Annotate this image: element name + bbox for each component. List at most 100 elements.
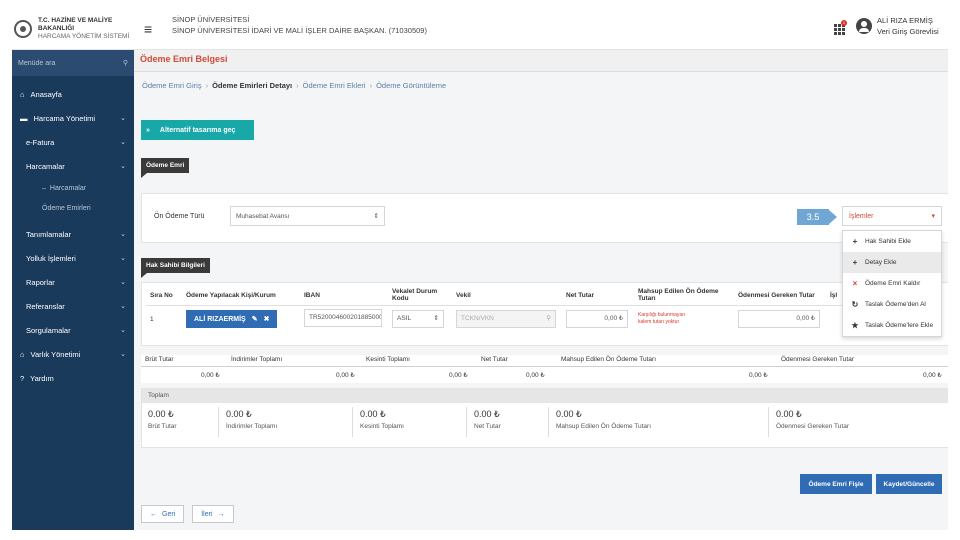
odeme-emri-panel: Ön Ödeme Türü Muhasebat Avansı ⇕ 3.5 İşle… [141, 193, 948, 337]
menu-item-odeme-emri-kaldir[interactable]: × Ödeme Emri Kaldır [843, 273, 941, 294]
chevron-down-icon: ⌄ [120, 255, 126, 262]
chevron-down-icon: ⌄ [120, 303, 126, 310]
on-odeme-select[interactable]: Muhasebat Avansı ⇕ [230, 206, 385, 226]
select-arrows-icon: ⇕ [433, 315, 439, 322]
menu-item-detay-ekle[interactable]: + Detay Ekle [843, 252, 941, 273]
vekalet-select[interactable]: ASIL ⇕ [392, 310, 444, 328]
user-avatar-icon[interactable] [856, 18, 872, 34]
sidebar-item-referanslar[interactable]: Referanslar ⌄ [12, 294, 134, 318]
table-header-row: Sıra No Ödeme Yapılacak Kişi/Kurum IBAN … [146, 285, 846, 306]
dash-icon: – [42, 184, 46, 192]
hamburger-menu-icon[interactable]: ≡ [144, 21, 152, 37]
divider [466, 407, 467, 437]
select-arrows-icon: ⇕ [373, 213, 379, 220]
ministry-seal-icon [14, 20, 32, 38]
summary-value-kesinti: 0,00 ₺ [449, 372, 468, 379]
home-icon: ⌂ [20, 89, 25, 99]
on-odeme-label: Ön Ödeme Türü [154, 213, 205, 220]
chevron-down-icon: ⌄ [120, 279, 126, 286]
sidebar-item-yolluk[interactable]: Yolluk İşlemleri ⌄ [12, 246, 134, 270]
chevron-down-icon: ⌄ [120, 327, 126, 334]
total-net: 0.00 ₺ Net Tutar [474, 409, 501, 430]
top-header: T.C. HAZİNE VE MALİYE BAKANLIĞI HARCAMA … [12, 8, 948, 50]
breadcrumb-item[interactable]: Ödeme Görüntüleme [376, 81, 446, 90]
beneficiary-button[interactable]: ALİ RIZAERMİŞ ✎ ✖ [186, 310, 278, 328]
beneficiary-table: Sıra No Ödeme Yapılacak Kişi/Kurum IBAN … [146, 285, 846, 332]
double-chevron-icon: » [146, 126, 150, 134]
alternative-design-button[interactable]: » Alternatif tasarıma geç [141, 120, 254, 140]
sidebar-item-raporlar[interactable]: Raporlar ⌄ [12, 270, 134, 294]
col-mahsup: Mahsup Edilen Ön Ödeme Tutarı [634, 285, 734, 306]
divider [218, 407, 219, 437]
sidebar-item-e-fatura[interactable]: e-Fatura ⌄ [12, 130, 134, 154]
summary-header-odenmesi: Ödenmesi Gereken Tutar [781, 356, 854, 363]
divider [548, 407, 549, 437]
sidebar-item-sorgulamalar[interactable]: Sorgulamalar ⌄ [12, 318, 134, 342]
islemler-dropdown[interactable]: İşlemler ▾ [842, 206, 942, 226]
summary-header-brut: Brüt Tutar [145, 356, 174, 363]
edit-icon[interactable]: ✎ [252, 315, 258, 323]
next-button[interactable]: İleri → [192, 505, 234, 523]
star-icon: ★ [851, 321, 859, 330]
search-icon[interactable]: ⚲ [123, 59, 128, 67]
col-vekil: Vekil [452, 285, 562, 306]
notification-badge: 1 [841, 20, 847, 26]
sidebar-item-tanimlamalar[interactable]: Tanımlamalar ⌄ [12, 222, 134, 246]
summary-header-mahsup: Mahsup Edilen Ön Ödeme Tutarı [561, 356, 657, 363]
breadcrumb-item[interactable]: Ödeme Emri Giriş [142, 81, 202, 90]
total-kesinti: 0.00 ₺ Kesinti Toplamı [360, 409, 404, 430]
close-icon[interactable]: ✖ [264, 315, 270, 323]
col-odenmesi: Ödenmesi Gereken Tutar [734, 285, 826, 306]
kaydet-guncelle-button[interactable]: Kaydet/Güncelle [876, 474, 942, 494]
main-content: Ödeme Emri Belgesi Ödeme Emri Giriş › Ödem… [134, 50, 948, 530]
cell-net-tutar: 0,00 ₺ [562, 306, 634, 333]
back-button[interactable]: ← Geri [141, 505, 185, 523]
arrow-left-icon: ← [150, 510, 157, 518]
search-input[interactable]: Menüde ara [18, 60, 55, 67]
logo-line-1: T.C. HAZİNE VE MALİYE BAKANLIĞI [38, 17, 113, 32]
card-icon: ▬ [20, 113, 28, 123]
odenmesi-input[interactable]: 0,00 ₺ [738, 310, 820, 328]
logo[interactable]: T.C. HAZİNE VE MALİYE BAKANLIĞI HARCAMA … [12, 8, 134, 50]
totals-panel: Toplam 0.00 ₺ Brüt Tutar 0.00 ₺ İndirimler… [141, 388, 948, 448]
odeme-emri-section-header: Ödeme Emri [141, 158, 941, 198]
notifications-icon[interactable]: 1 [834, 20, 848, 35]
sidebar-item-varlik-yonetimi[interactable]: ⌂ Varlık Yönetimi ⌄ [12, 342, 134, 366]
cell-mahsup: Karşılığı bulunmayan kalem tutarı yoktur [634, 306, 734, 333]
breadcrumb-current[interactable]: Ödeme Emirleri Detayı [212, 81, 292, 90]
totals-header: Toplam [142, 389, 948, 403]
summary-values: 0,00 ₺ 0,00 ₺ 0,00 ₺ 0,00 ₺ 0,00 ₺ 0,00 … [141, 367, 948, 383]
plus-icon: + [852, 237, 858, 246]
net-tutar-input[interactable]: 0,00 ₺ [566, 310, 628, 328]
sidebar-item-anasayfa[interactable]: ⌂ Anasayfa [12, 82, 134, 106]
col-sira-no: Sıra No [146, 285, 182, 306]
section-tag-odeme-emri: Ödeme Emri [141, 158, 190, 178]
col-kisi-kurum: Ödeme Yapılacak Kişi/Kurum [182, 285, 300, 306]
menu-item-taslak-al[interactable]: ↻ Taslak Ödeme'den Al [843, 294, 941, 315]
section-tag-hak-sahibi: Hak Sahibi Bilgileri [141, 258, 210, 278]
sidebar-search[interactable]: Menüde ara ⚲ [12, 50, 134, 76]
iban-input[interactable]: TR520004600201885000 [304, 309, 382, 327]
user-info[interactable]: ALİ RIZA ERMİŞ Veri Giriş Görevlisi [877, 15, 939, 37]
step-callout: 3.5 [797, 209, 837, 225]
sidebar-subitem-odeme-emirleri[interactable]: Ödeme Emirleri [12, 198, 134, 218]
sidebar-item-harcamalar[interactable]: Harcamalar ⌄ [12, 154, 134, 178]
search-icon[interactable]: ⚲ [546, 311, 551, 327]
menu-item-taslak-ekle[interactable]: ★ Taslak Ödeme'lere Ekle [843, 315, 941, 336]
caret-down-icon: ▾ [931, 213, 935, 220]
cell-vekil: TCKN/VKN ⚲ [452, 306, 562, 333]
arrow-right-icon: → [217, 510, 225, 518]
sidebar-subitem-harcamalar[interactable]: – Harcamalar [12, 178, 134, 198]
sidebar-item-yardim[interactable]: ? Yardım [12, 366, 134, 390]
menu-item-hak-sahibi-ekle[interactable]: + Hak Sahibi Ekle [843, 231, 941, 252]
cell-kisi-kurum: ALİ RIZAERMİŞ ✎ ✖ [182, 306, 300, 333]
sidebar-item-harcama-yonetimi[interactable]: ▬ Harcama Yönetimi ⌄ [12, 106, 134, 130]
mahsup-note: Karşılığı bulunmayan kalem tutarı yoktur [638, 312, 685, 325]
org-unit: SİNOP ÜNİVERSİTESİ İDARİ VE MALİ İŞLER D… [172, 26, 427, 35]
cell-vekalet: ASIL ⇕ [388, 306, 452, 333]
breadcrumb-item[interactable]: Ödeme Emri Ekleri [303, 81, 366, 90]
odeme-emri-fisle-button[interactable]: Ödeme Emri Fişle [800, 474, 872, 494]
chevron-down-icon: ⌄ [120, 115, 126, 122]
summary-header-net: Net Tutar [481, 356, 508, 363]
vekil-input[interactable]: TCKN/VKN ⚲ [456, 310, 556, 328]
